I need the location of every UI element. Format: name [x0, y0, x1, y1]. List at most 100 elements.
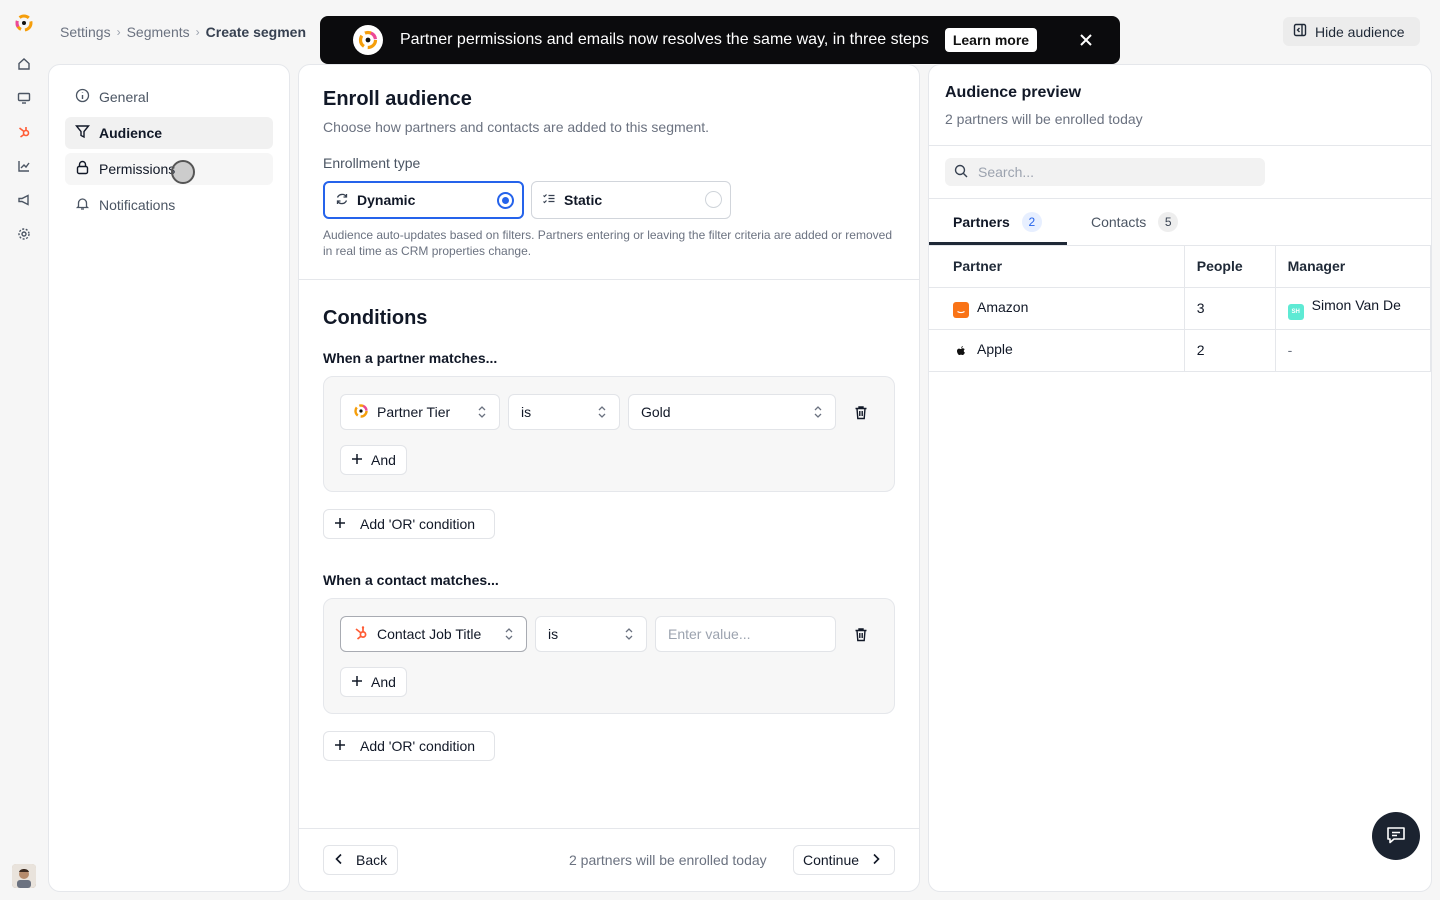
- nav-item-notifications[interactable]: Notifications: [65, 189, 273, 221]
- table-row[interactable]: Amazon 3 SH Simon Van De: [929, 287, 1431, 330]
- continue-label: Continue: [803, 852, 860, 868]
- trash-icon[interactable]: [852, 625, 870, 643]
- select-value: Contact Job Title: [377, 626, 482, 642]
- chevron-left-icon: [334, 852, 344, 868]
- manager-cell: SH Simon Van De: [1275, 287, 1431, 330]
- section-divider: [299, 279, 919, 280]
- monitor-icon[interactable]: [16, 90, 32, 106]
- or-label: Add 'OR' condition: [360, 738, 476, 754]
- add-and-condition-button[interactable]: And: [340, 667, 407, 697]
- column-header-people[interactable]: People: [1184, 245, 1276, 288]
- manager-name: Simon Van De: [1311, 296, 1401, 313]
- add-or-condition-button[interactable]: Add 'OR' condition: [323, 509, 495, 539]
- breadcrumb-settings[interactable]: Settings: [60, 24, 111, 40]
- tab-label: Contacts: [1091, 214, 1147, 230]
- select-value: Gold: [641, 404, 671, 420]
- home-icon[interactable]: [16, 56, 32, 72]
- search-input[interactable]: Search...: [945, 158, 1265, 186]
- plus-icon: [334, 516, 346, 532]
- select-value: is: [548, 626, 559, 642]
- and-label: And: [371, 674, 396, 690]
- count-badge: 2: [1021, 212, 1042, 232]
- partner-value-select[interactable]: Gold: [628, 394, 836, 430]
- hide-audience-button[interactable]: Hide audience: [1283, 17, 1420, 46]
- brand-logo-icon: [353, 25, 383, 55]
- contact-value-input[interactable]: Enter value...: [655, 616, 836, 652]
- option-label: Dynamic: [357, 192, 416, 208]
- partner-operator-select[interactable]: is: [508, 394, 620, 430]
- nav-item-label: Notifications: [99, 197, 176, 213]
- brand-logo-icon: [353, 403, 369, 422]
- contact-operator-select[interactable]: is: [535, 616, 647, 652]
- continue-button[interactable]: Continue: [793, 845, 895, 875]
- select-value: is: [521, 404, 532, 420]
- user-avatar[interactable]: [12, 864, 36, 888]
- radio-selected[interactable]: [497, 192, 514, 209]
- or-label: Add 'OR' condition: [360, 516, 476, 532]
- nav-item-audience[interactable]: Audience: [65, 117, 273, 149]
- trash-icon[interactable]: [852, 403, 870, 421]
- radio-unselected[interactable]: [705, 191, 722, 208]
- partner-match-label: When a partner matches...: [323, 350, 498, 366]
- partner-cell: Apple: [929, 329, 1185, 372]
- hubspot-icon[interactable]: [16, 124, 32, 140]
- chat-support-button[interactable]: [1372, 812, 1420, 860]
- enrollment-summary: 2 partners will be enrolled today: [569, 852, 767, 868]
- hide-audience-label: Hide audience: [1315, 23, 1405, 40]
- nav-item-label: Permissions: [99, 161, 176, 177]
- plus-icon: [351, 674, 363, 690]
- megaphone-icon[interactable]: [16, 192, 32, 208]
- nav-item-label: General: [99, 89, 149, 105]
- input-placeholder: Enter value...: [668, 626, 751, 642]
- lock-icon: [75, 160, 90, 178]
- chart-icon[interactable]: [16, 158, 32, 174]
- enroll-title: Enroll audience: [323, 88, 472, 110]
- tab-label: Partners: [953, 214, 1010, 230]
- chevron-updown-icon: [597, 405, 607, 422]
- add-and-condition-button[interactable]: And: [340, 445, 407, 475]
- partner-name: Amazon: [977, 298, 1029, 315]
- chevron-updown-icon: [504, 627, 514, 644]
- app-logo-icon[interactable]: [14, 13, 34, 33]
- audience-table: Partner People Manager Amazon 3 SH Simon …: [929, 245, 1431, 372]
- contact-property-select[interactable]: Contact Job Title: [340, 616, 527, 652]
- manager-avatar: SH: [1287, 303, 1304, 320]
- segment-form-panel: Enroll audience Choose how partners and …: [298, 64, 920, 892]
- people-cell: 3: [1184, 287, 1276, 330]
- learn-more-button[interactable]: Learn more: [944, 28, 1038, 52]
- nav-item-permissions[interactable]: Permissions: [65, 153, 273, 185]
- tab-contacts[interactable]: Contacts 5: [1091, 199, 1179, 245]
- enrollment-type-label: Enrollment type: [323, 155, 421, 171]
- mouse-cursor: [171, 160, 195, 184]
- chevron-right-icon: [871, 852, 881, 868]
- plus-icon: [351, 452, 363, 468]
- filter-icon: [75, 124, 90, 142]
- tab-partners[interactable]: Partners 2: [953, 199, 1042, 245]
- partner-property-select[interactable]: Partner Tier: [340, 394, 500, 430]
- table-row[interactable]: Apple 2 -: [929, 329, 1431, 372]
- add-or-condition-button[interactable]: Add 'OR' condition: [323, 731, 495, 761]
- list-icon: [542, 192, 556, 209]
- column-header-manager[interactable]: Manager: [1275, 245, 1431, 288]
- people-cell: 2: [1184, 329, 1276, 372]
- enrollment-option-static[interactable]: Static: [531, 181, 731, 219]
- count-badge: 5: [1158, 212, 1179, 232]
- enrollment-option-dynamic[interactable]: Dynamic: [323, 181, 524, 219]
- and-label: And: [371, 452, 396, 468]
- close-icon[interactable]: [1076, 30, 1096, 50]
- preview-subtitle: 2 partners will be enrolled today: [945, 111, 1143, 127]
- chevron-updown-icon: [813, 405, 823, 422]
- breadcrumb: Settings › Segments › Create segmen: [60, 22, 306, 42]
- back-button[interactable]: Back: [323, 845, 398, 875]
- search-icon: [954, 164, 968, 181]
- apple-logo-icon: [953, 343, 969, 359]
- settings-icon[interactable]: [16, 226, 32, 242]
- announcement-toast: Partner permissions and emails now resol…: [320, 16, 1120, 64]
- column-header-partner[interactable]: Partner: [929, 245, 1185, 288]
- breadcrumb-segments[interactable]: Segments: [127, 24, 190, 40]
- bell-icon: [75, 196, 90, 214]
- nav-item-general[interactable]: General: [65, 81, 273, 113]
- footer-divider: [299, 828, 919, 829]
- select-value: Partner Tier: [377, 404, 451, 420]
- toast-message: Partner permissions and emails now resol…: [400, 31, 929, 48]
